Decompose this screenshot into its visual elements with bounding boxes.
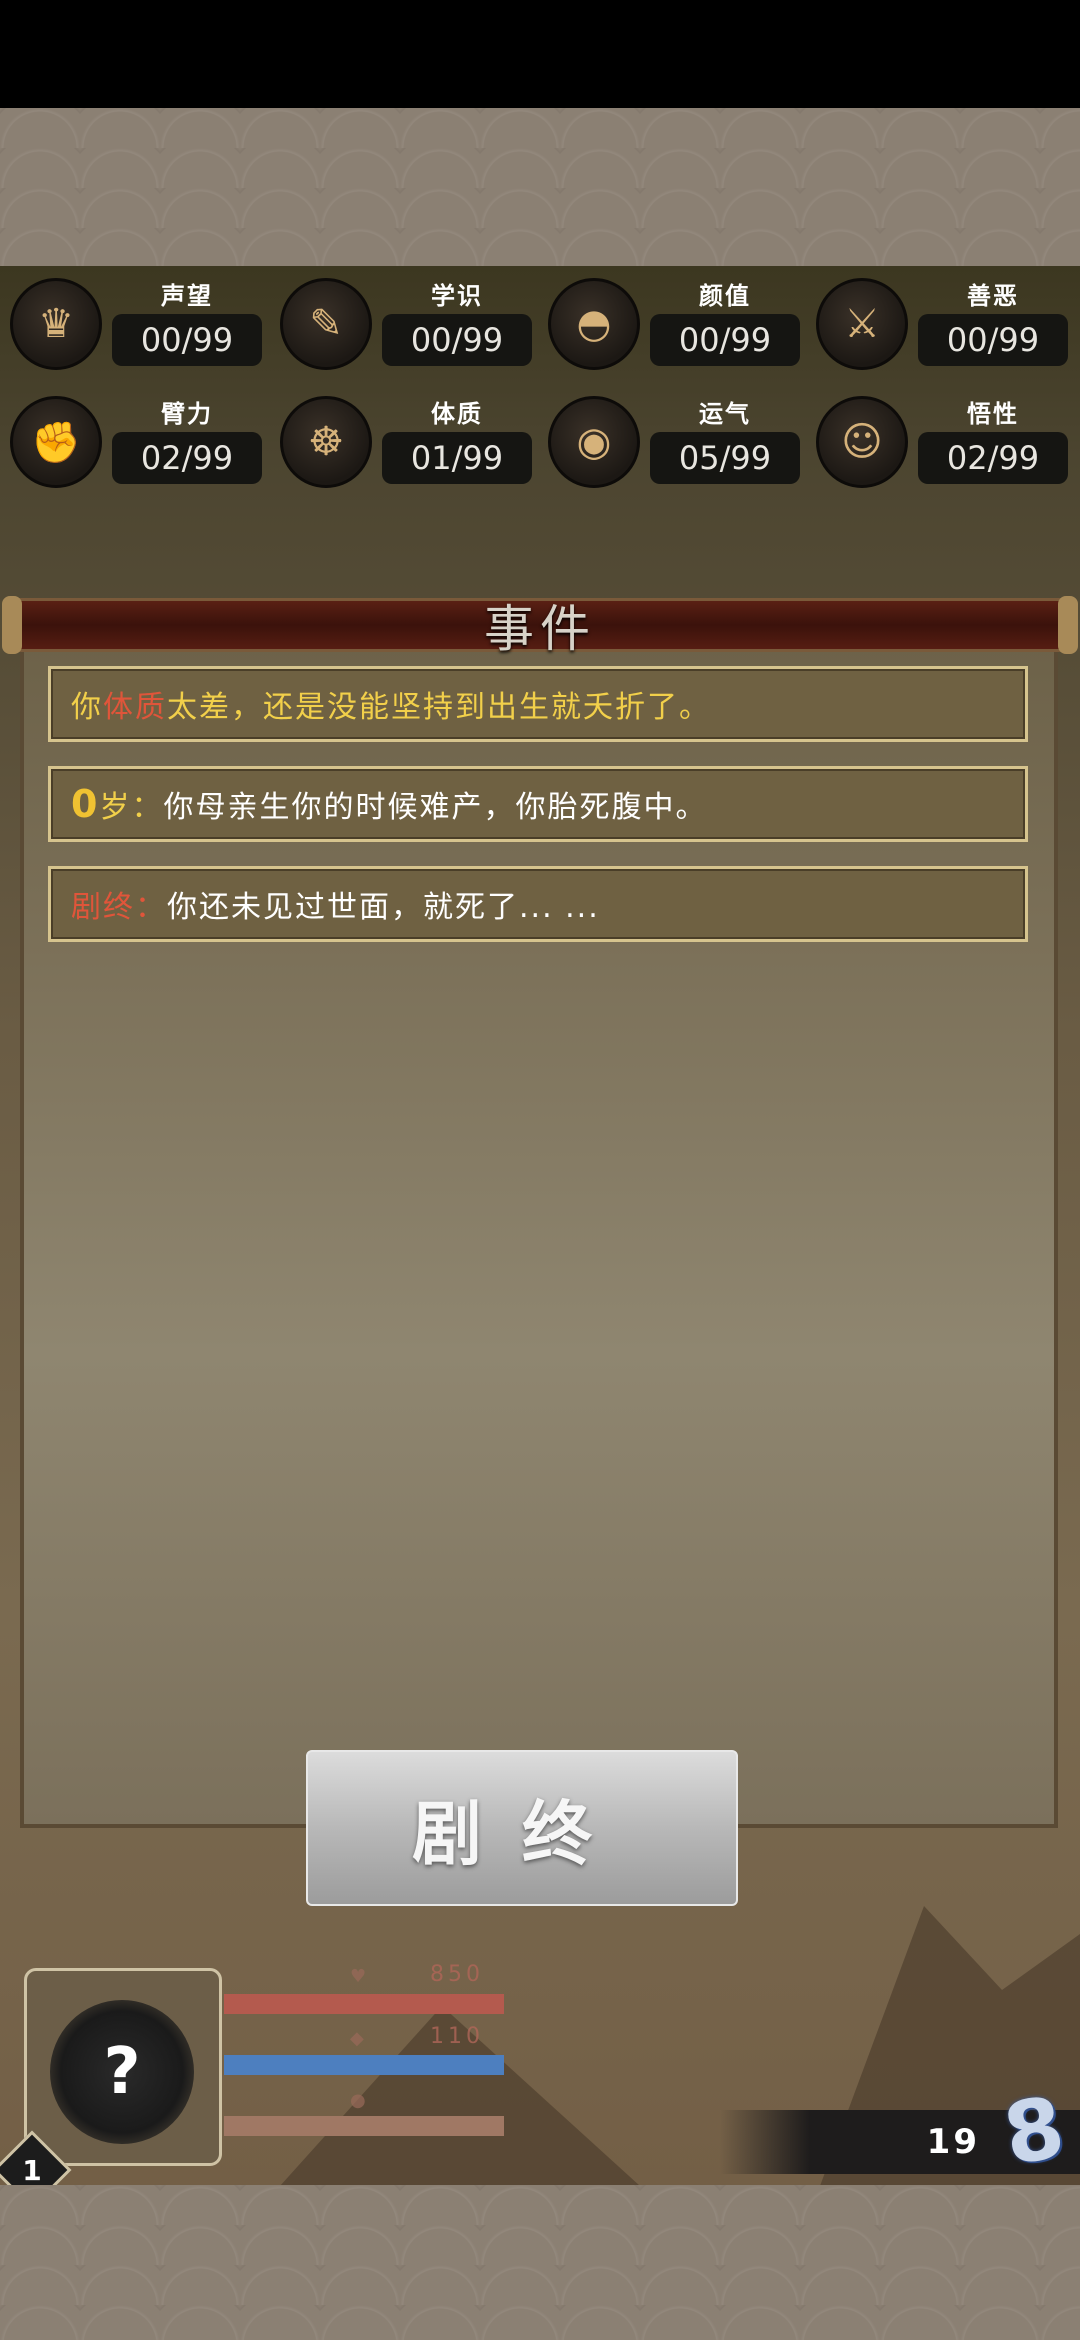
event-text: 你 <box>71 690 103 725</box>
wave-pattern-top <box>0 108 1080 266</box>
currency-count: 19 <box>926 2122 980 2162</box>
event-age-unit: 岁： <box>99 790 164 825</box>
scroll-icon: ✎ <box>280 278 372 370</box>
stat-constitution: ☸ 体质 01/99 <box>270 388 540 498</box>
stat-morality: ⚔ 善恶 00/99 <box>806 270 1076 380</box>
event-text: 你还未见过世面，就死了... ... <box>167 890 600 925</box>
event-item: 0 岁： 你母亲生你的时候难产，你胎死腹中。 <box>48 766 1028 842</box>
event-text: 你母亲生你的时候难产，你胎死腹中。 <box>163 790 708 825</box>
event-keyword: 体质 <box>103 690 167 725</box>
stat-value: 02/99 <box>918 432 1068 484</box>
health-bar <box>224 1994 504 2014</box>
status-bar <box>0 0 1080 108</box>
stat-comprehension: ☺ 悟性 02/99 <box>806 388 1076 498</box>
stat-knowledge: ✎ 学识 00/99 <box>270 270 540 380</box>
stat-strength: ✊ 臂力 02/99 <box>0 388 270 498</box>
stat-label: 善恶 <box>967 282 1019 310</box>
event-keyword: 剧终： <box>71 890 167 925</box>
mp-icon: ◆ <box>350 2028 364 2049</box>
stat-reputation: ♛ 声望 00/99 <box>0 270 270 380</box>
coin-icon: ◉ <box>548 396 640 488</box>
bell-icon: ♛ <box>10 278 102 370</box>
hp-value: 850 <box>430 1962 484 1987</box>
arm-icon: ✊ <box>10 396 102 488</box>
meditation-icon: ☸ <box>280 396 372 488</box>
event-age: 0 <box>71 782 100 826</box>
event-text: 太差，还是没能坚持到出生就夭折了。 <box>167 690 711 725</box>
infinity-icon[interactable]: 8 <box>991 2078 1078 2185</box>
stamina-bar <box>224 2116 504 2136</box>
stat-value: 01/99 <box>382 432 532 484</box>
hp-icon: ♥ <box>350 1966 367 1987</box>
stat-value: 00/99 <box>650 314 800 366</box>
stat-luck: ◉ 运气 05/99 <box>538 388 808 498</box>
avatar[interactable]: ? <box>50 2000 194 2144</box>
head-icon: ☺ <box>816 396 908 488</box>
stat-value: 00/99 <box>382 314 532 366</box>
mp-value: 110 <box>430 2024 484 2049</box>
stat-label: 颜值 <box>699 282 751 310</box>
stat-label: 运气 <box>699 400 751 428</box>
stat-appearance: ◓ 颜值 00/99 <box>538 270 808 380</box>
stat-value: 00/99 <box>918 314 1068 366</box>
stat-label: 体质 <box>431 400 483 428</box>
event-item: 剧终： 你还未见过世面，就死了... ... <box>48 866 1028 942</box>
stat-label: 声望 <box>161 282 213 310</box>
stat-label: 悟性 <box>967 400 1019 428</box>
stat-label: 臂力 <box>161 400 213 428</box>
end-button[interactable]: 剧终 <box>306 1750 738 1906</box>
panel-title: 事件 <box>484 600 596 658</box>
event-item: 你体质 太差，还是没能坚持到出生就夭折了。 <box>48 666 1028 742</box>
wave-pattern-bottom <box>0 2185 1080 2340</box>
hat-icon: ◓ <box>548 278 640 370</box>
game-screen: ♛ 声望 00/99 ✎ 学识 00/99 ◓ 颜值 00/99 ⚔ 善恶 00… <box>0 0 1080 2340</box>
stamina-icon: ● <box>350 2090 366 2111</box>
stat-value: 00/99 <box>112 314 262 366</box>
stat-value: 02/99 <box>112 432 262 484</box>
stat-label: 学识 <box>431 282 483 310</box>
mana-bar <box>224 2055 504 2075</box>
stat-value: 05/99 <box>650 432 800 484</box>
crossed-swords-icon: ⚔ <box>816 278 908 370</box>
